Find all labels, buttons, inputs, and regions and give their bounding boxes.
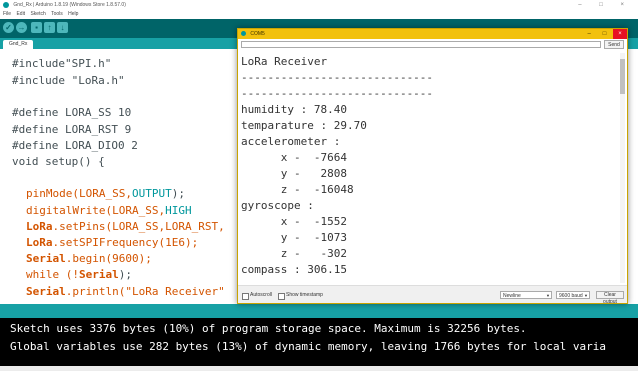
serial-send-input[interactable] [241, 41, 601, 48]
serial-line: y - 2808 [241, 167, 347, 180]
compile-console: Sketch uses 3376 bytes (10%) of program … [0, 318, 638, 366]
serial-input-row: Send [238, 39, 627, 51]
console-line: Sketch uses 3376 bytes (10%) of program … [10, 322, 527, 335]
serial-line: z - -16048 [241, 183, 354, 196]
code-line: LoRa.setPins(LORA_SS,LORA_RST, [26, 220, 225, 233]
serial-line: -------------------------------- [241, 277, 453, 283]
open-icon[interactable]: ↑ [44, 22, 55, 33]
code-line: digitalWrite(LORA_SS,HIGH [26, 204, 192, 217]
ide-bottom-bar [0, 366, 638, 371]
code-line: #define LORA_DIO0 2 [12, 139, 138, 152]
serial-output-area[interactable]: LoRa Receiver --------------------------… [241, 53, 617, 283]
console-line: Global variables use 282 bytes (13%) of … [10, 340, 607, 353]
serial-scroll-thumb[interactable] [620, 59, 625, 94]
menu-tools[interactable]: Tools [51, 11, 63, 17]
serial-line: temparature : 29.70 [241, 119, 367, 132]
close-icon[interactable]: × [613, 29, 627, 39]
serial-line: gyroscope : [241, 199, 314, 212]
menu-edit[interactable]: Edit [16, 11, 25, 17]
minimize-icon[interactable]: – [582, 29, 596, 39]
code-line: Serial.println("LoRa Receiver" [26, 285, 225, 298]
arduino-logo-icon [3, 2, 9, 8]
ide-window-title: Gnd_Rx | Arduino 1.8.19 (Windows Store 1… [13, 2, 126, 8]
code-line: #include"SPI.h" [12, 57, 112, 70]
code-line: pinMode(LORA_SS,OUTPUT); [26, 187, 185, 200]
serial-window-controls: – □ × [582, 29, 627, 39]
ide-title-bar: Gnd_Rx | Arduino 1.8.19 (Windows Store 1… [0, 0, 638, 10]
arduino-logo-icon [241, 31, 246, 36]
timestamp-label: Show timestamp [286, 292, 323, 298]
serial-line: x - -1552 [241, 215, 347, 228]
code-line: #define LORA_RST 9 [12, 123, 132, 136]
upload-icon[interactable]: → [16, 22, 27, 33]
serial-line: compass : 306.15 [241, 263, 347, 276]
serial-line: z - -302 [241, 247, 347, 260]
ide-menu-bar: File Edit Sketch Tools Help [0, 10, 638, 19]
serial-line: ----------------------------- [241, 87, 434, 100]
clear-output-button[interactable]: Clear output [596, 291, 624, 303]
serial-monitor-window: COM5 – □ × Send LoRa Receiver ----------… [237, 28, 628, 304]
serial-line: accelerometer : [241, 135, 341, 148]
code-line: Serial.begin(9600); [26, 252, 152, 265]
maximize-icon[interactable]: □ [598, 29, 612, 39]
code-line: #include "LoRa.h" [12, 74, 125, 87]
menu-file[interactable]: File [3, 11, 11, 17]
menu-help[interactable]: Help [68, 11, 78, 17]
ide-window-controls[interactable]: – □ × [578, 0, 632, 10]
chevron-down-icon: ▼ [546, 293, 550, 298]
code-line: #define LORA_SS 10 [12, 106, 132, 119]
baud-rate-select[interactable]: 9600 baud ▼ [556, 291, 590, 299]
save-icon[interactable]: ↓ [57, 22, 68, 33]
tab-gnd-rx[interactable]: Gnd_Rx [3, 40, 34, 49]
serial-window-title: COM5 [250, 31, 265, 37]
autoscroll-checkbox[interactable] [242, 293, 249, 300]
line-ending-select[interactable]: Newline ▼ [500, 291, 552, 299]
serial-line: ----------------------------- [241, 71, 434, 84]
serial-options-bar: Autoscroll Show timestamp Newline ▼ 9600 … [238, 285, 627, 303]
menu-sketch[interactable]: Sketch [30, 11, 45, 17]
timestamp-checkbox[interactable] [278, 293, 285, 300]
code-line: LoRa.setSPIFrequency(1E6); [26, 236, 199, 249]
serial-line: y - -1073 [241, 231, 347, 244]
serial-scrollbar[interactable] [620, 53, 625, 283]
autoscroll-label: Autoscroll [250, 292, 272, 298]
serial-line: x - -7664 [241, 151, 347, 164]
chevron-down-icon: ▼ [584, 293, 588, 298]
send-button[interactable]: Send [604, 40, 624, 49]
serial-line: LoRa Receiver [241, 55, 328, 68]
serial-title-bar[interactable]: COM5 – □ × [238, 29, 627, 39]
new-icon[interactable]: ▪ [31, 22, 42, 33]
verify-icon[interactable]: ✓ [3, 22, 14, 33]
serial-line: humidity : 78.40 [241, 103, 347, 116]
code-line: void setup() { [12, 155, 105, 168]
code-line: while (!Serial); [26, 268, 132, 281]
ide-status-band [0, 304, 638, 318]
